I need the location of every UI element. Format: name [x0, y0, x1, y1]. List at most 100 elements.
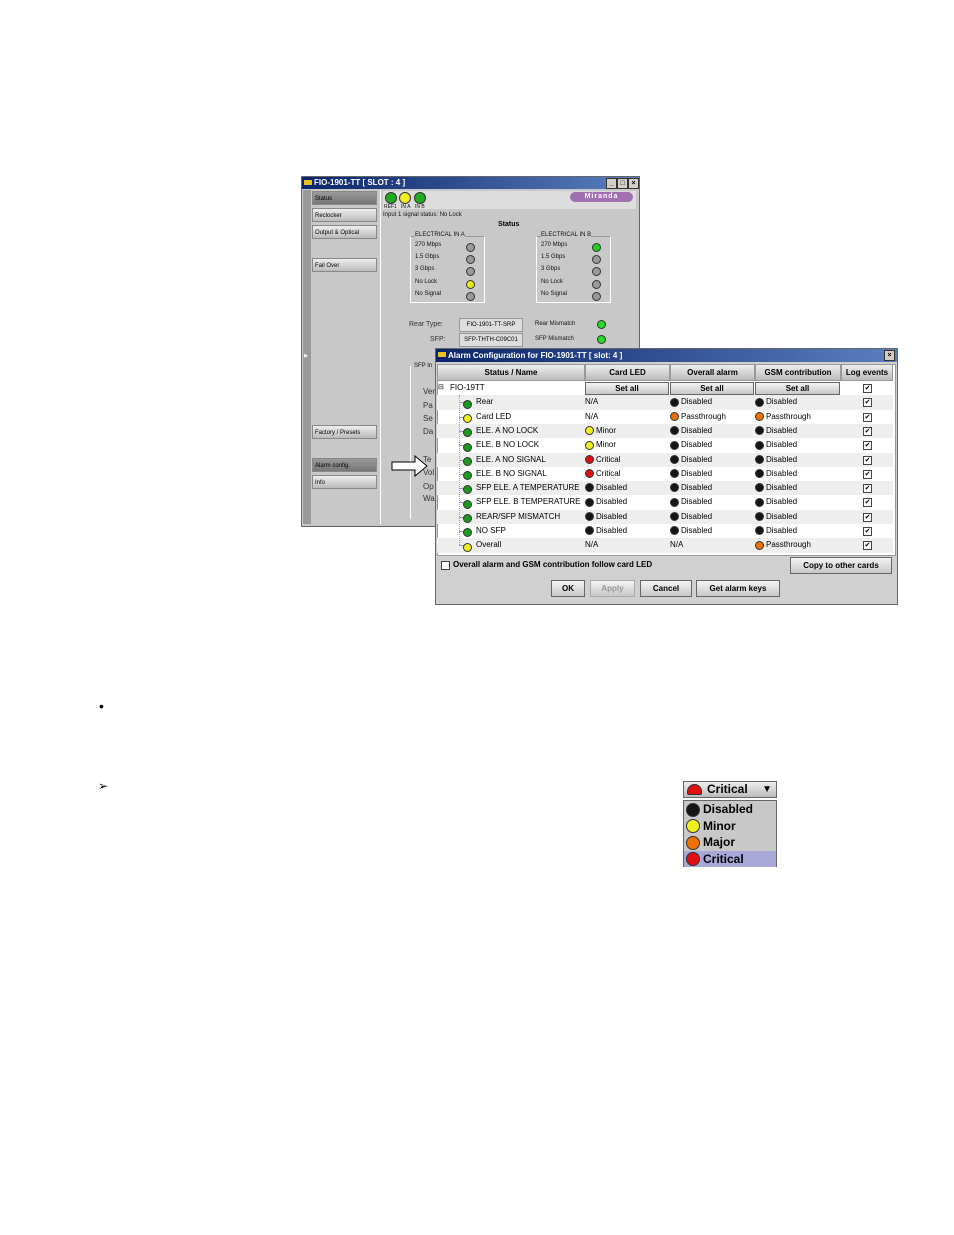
in-a-arrow-icon[interactable]: [399, 192, 411, 204]
overall-alarm-select[interactable]: Disabled: [670, 524, 712, 538]
card-led-select[interactable]: Disabled: [585, 510, 627, 524]
card-led-select-value: Disabled: [596, 526, 628, 535]
rear-mismatch-led: [597, 320, 606, 329]
set-all-card-led-button[interactable]: Set all: [585, 382, 669, 395]
red-led-icon: [686, 852, 700, 867]
gsm-contribution-select[interactable]: Disabled: [755, 467, 797, 481]
copy-to-other-cards-button[interactable]: Copy to other cards: [790, 557, 892, 574]
dropdown-option-disabled[interactable]: Disabled: [684, 801, 776, 818]
chevron-down-icon[interactable]: ▼: [762, 782, 772, 797]
set-all-overall-button[interactable]: Set all: [670, 382, 754, 395]
log-events-checkbox[interactable]: ✔: [863, 469, 872, 479]
nav-alarm-config[interactable]: Alarm config.: [312, 458, 377, 472]
col-log-events[interactable]: Log events: [841, 364, 893, 381]
card-led-select[interactable]: Critical: [585, 467, 620, 481]
icon-label-in-b: IN B: [415, 204, 425, 210]
bullet-point: •: [99, 698, 104, 714]
overall-alarm-select[interactable]: Passthrough: [670, 410, 726, 424]
nav-factory-presets[interactable]: Factory / Presets: [312, 425, 377, 439]
group-a-item-label: 3 Gbps: [415, 266, 435, 273]
col-status-name[interactable]: Status / Name: [437, 364, 585, 381]
log-events-checkbox[interactable]: ✔: [863, 412, 872, 422]
overall-alarm-select-value: Disabled: [681, 425, 713, 435]
col-gsm-contribution[interactable]: GSM contribution: [755, 364, 841, 381]
icon-label-ref: REF1: [384, 204, 397, 210]
overall-alarm-select-value: Disabled: [681, 440, 713, 450]
dropdown-option-major[interactable]: Major: [684, 834, 776, 851]
log-events-checkbox[interactable]: ✔: [863, 426, 872, 436]
arrow-bullet: ➢: [98, 779, 109, 793]
alarm-name: REAR/SFP MISMATCH: [476, 511, 561, 521]
dialog-close-button[interactable]: ×: [884, 350, 895, 361]
black-led-icon: [755, 526, 764, 536]
log-all-checkbox[interactable]: ✔: [863, 384, 872, 393]
log-events-checkbox[interactable]: ✔: [863, 441, 872, 451]
window-icon: [438, 352, 446, 357]
gsm-contribution-select[interactable]: Disabled: [755, 424, 797, 438]
dropdown-option-minor[interactable]: Minor: [684, 818, 776, 835]
gsm-contribution-select[interactable]: Disabled: [755, 481, 797, 495]
gsm-contribution-select[interactable]: Disabled: [755, 453, 797, 467]
overall-alarm-select[interactable]: Disabled: [670, 395, 712, 409]
log-events-checkbox[interactable]: ✔: [863, 527, 872, 536]
col-card-led[interactable]: Card LED: [585, 364, 670, 381]
close-button[interactable]: ×: [628, 178, 639, 189]
gsm-contribution-select[interactable]: Disabled: [755, 510, 797, 524]
card-led-select-value: Disabled: [596, 511, 628, 521]
black-led-icon: [755, 512, 764, 522]
log-events-checkbox[interactable]: ✔: [863, 484, 872, 494]
black-led-icon: [755, 397, 764, 407]
black-led-icon: [755, 454, 764, 464]
col-overall-alarm[interactable]: Overall alarm: [670, 364, 755, 381]
collapse-icon[interactable]: ⊟: [438, 381, 444, 395]
nav-collapse-bar[interactable]: ▶: [303, 190, 311, 524]
card-led-select[interactable]: Disabled: [585, 524, 627, 538]
cancel-button[interactable]: Cancel: [640, 580, 692, 597]
log-events-checkbox[interactable]: ✔: [863, 541, 872, 551]
gsm-contribution-select[interactable]: Disabled: [755, 395, 797, 409]
get-alarm-keys-button[interactable]: Get alarm keys: [696, 580, 780, 597]
dropdown-option-critical[interactable]: Critical: [684, 850, 776, 867]
overall-alarm-select[interactable]: Disabled: [670, 424, 712, 438]
overall-alarm-select[interactable]: Disabled: [670, 438, 712, 452]
nav-output-optical[interactable]: Output & Optical: [312, 225, 377, 239]
overall-alarm-select[interactable]: Disabled: [670, 467, 712, 481]
gsm-contribution-select[interactable]: Passthrough: [755, 410, 811, 424]
nav-info[interactable]: Info: [312, 475, 377, 489]
nav-status[interactable]: Status: [312, 191, 377, 205]
overall-alarm-select[interactable]: Disabled: [670, 510, 712, 524]
card-led-select-value: Minor: [596, 425, 617, 435]
card-led-select[interactable]: Minor: [585, 438, 616, 452]
card-led-select[interactable]: Disabled: [585, 481, 627, 495]
gsm-contribution-select-value: Disabled: [766, 397, 798, 407]
set-all-gsm-button[interactable]: Set all: [755, 382, 840, 395]
card-led-select[interactable]: Minor: [585, 424, 616, 438]
group-a-item-label: 270 Mbps: [415, 242, 442, 248]
log-events-checkbox[interactable]: ✔: [863, 512, 872, 522]
card-led-select[interactable]: Critical: [585, 453, 620, 467]
minimize-button[interactable]: _: [606, 178, 617, 189]
ok-button[interactable]: OK: [551, 580, 585, 597]
apply-button[interactable]: Apply: [590, 580, 635, 597]
gsm-contribution-select[interactable]: Passthrough: [755, 538, 811, 552]
in-b-arrow-icon[interactable]: [414, 192, 426, 204]
black-led-icon: [755, 497, 764, 507]
maximize-button[interactable]: □: [617, 178, 628, 189]
dropdown-selected-value: Critical: [707, 782, 748, 796]
follow-card-led-checkbox[interactable]: [441, 561, 450, 570]
overall-alarm-select[interactable]: Disabled: [670, 481, 712, 495]
gsm-contribution-select[interactable]: Disabled: [755, 524, 797, 538]
log-events-checkbox[interactable]: ✔: [863, 455, 872, 465]
overall-alarm-select[interactable]: Disabled: [670, 453, 712, 467]
gsm-contribution-select[interactable]: Disabled: [755, 495, 797, 509]
card-led-select[interactable]: Disabled: [585, 495, 627, 509]
nav-reclocker[interactable]: Reclocker: [312, 208, 377, 222]
log-events-checkbox[interactable]: ✔: [863, 498, 872, 508]
group-a-status-led: [466, 279, 475, 289]
gsm-contribution-select[interactable]: Disabled: [755, 438, 797, 452]
overall-alarm-select[interactable]: Disabled: [670, 495, 712, 509]
severity-dropdown[interactable]: Critical ▼: [683, 781, 777, 798]
nav-fail-over[interactable]: Fail Over: [312, 258, 377, 272]
ref-status-icon[interactable]: [385, 192, 397, 204]
log-events-checkbox[interactable]: ✔: [863, 398, 872, 408]
